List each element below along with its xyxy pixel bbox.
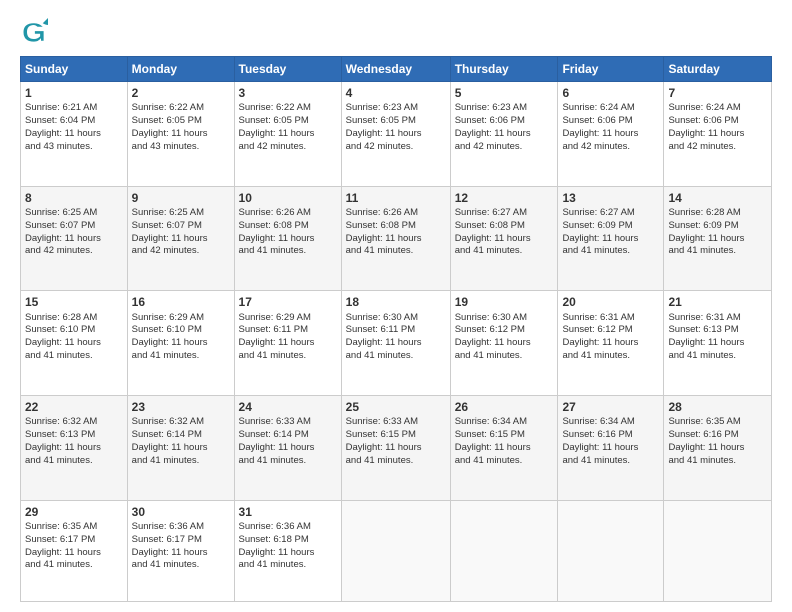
day-number: 3: [239, 85, 337, 101]
calendar-header-sunday: Sunday: [21, 57, 128, 82]
day-number: 16: [132, 294, 230, 310]
calendar-cell: 25Sunrise: 6:33 AMSunset: 6:15 PMDayligh…: [341, 396, 450, 501]
calendar-cell: [664, 500, 772, 601]
calendar-cell: 26Sunrise: 6:34 AMSunset: 6:15 PMDayligh…: [450, 396, 558, 501]
calendar-cell: 3Sunrise: 6:22 AMSunset: 6:05 PMDaylight…: [234, 82, 341, 187]
calendar-cell: 28Sunrise: 6:35 AMSunset: 6:16 PMDayligh…: [664, 396, 772, 501]
calendar-week-5: 29Sunrise: 6:35 AMSunset: 6:17 PMDayligh…: [21, 500, 772, 601]
day-number: 21: [668, 294, 767, 310]
day-number: 6: [562, 85, 659, 101]
calendar-cell: 13Sunrise: 6:27 AMSunset: 6:09 PMDayligh…: [558, 186, 664, 291]
day-number: 14: [668, 190, 767, 206]
calendar-header-wednesday: Wednesday: [341, 57, 450, 82]
calendar-header-saturday: Saturday: [664, 57, 772, 82]
calendar-week-4: 22Sunrise: 6:32 AMSunset: 6:13 PMDayligh…: [21, 396, 772, 501]
calendar-table: SundayMondayTuesdayWednesdayThursdayFrid…: [20, 56, 772, 602]
calendar-cell: 29Sunrise: 6:35 AMSunset: 6:17 PMDayligh…: [21, 500, 128, 601]
day-number: 2: [132, 85, 230, 101]
day-number: 17: [239, 294, 337, 310]
calendar-cell: 30Sunrise: 6:36 AMSunset: 6:17 PMDayligh…: [127, 500, 234, 601]
calendar-cell: 9Sunrise: 6:25 AMSunset: 6:07 PMDaylight…: [127, 186, 234, 291]
day-number: 9: [132, 190, 230, 206]
calendar-cell: 14Sunrise: 6:28 AMSunset: 6:09 PMDayligh…: [664, 186, 772, 291]
day-number: 27: [562, 399, 659, 415]
page: SundayMondayTuesdayWednesdayThursdayFrid…: [0, 0, 792, 612]
day-number: 28: [668, 399, 767, 415]
calendar-header-tuesday: Tuesday: [234, 57, 341, 82]
calendar-week-3: 15Sunrise: 6:28 AMSunset: 6:10 PMDayligh…: [21, 291, 772, 396]
day-number: 29: [25, 504, 123, 520]
calendar-cell: 12Sunrise: 6:27 AMSunset: 6:08 PMDayligh…: [450, 186, 558, 291]
day-number: 4: [346, 85, 446, 101]
calendar-cell: 1Sunrise: 6:21 AMSunset: 6:04 PMDaylight…: [21, 82, 128, 187]
calendar-cell: 2Sunrise: 6:22 AMSunset: 6:05 PMDaylight…: [127, 82, 234, 187]
calendar-cell: 16Sunrise: 6:29 AMSunset: 6:10 PMDayligh…: [127, 291, 234, 396]
day-number: 18: [346, 294, 446, 310]
logo-icon: [20, 18, 48, 46]
day-number: 7: [668, 85, 767, 101]
day-number: 1: [25, 85, 123, 101]
calendar-cell: 31Sunrise: 6:36 AMSunset: 6:18 PMDayligh…: [234, 500, 341, 601]
calendar-cell: 15Sunrise: 6:28 AMSunset: 6:10 PMDayligh…: [21, 291, 128, 396]
calendar-cell: 8Sunrise: 6:25 AMSunset: 6:07 PMDaylight…: [21, 186, 128, 291]
calendar-cell: 5Sunrise: 6:23 AMSunset: 6:06 PMDaylight…: [450, 82, 558, 187]
calendar-body: 1Sunrise: 6:21 AMSunset: 6:04 PMDaylight…: [21, 82, 772, 602]
day-number: 19: [455, 294, 554, 310]
day-number: 30: [132, 504, 230, 520]
day-number: 5: [455, 85, 554, 101]
calendar-cell: 7Sunrise: 6:24 AMSunset: 6:06 PMDaylight…: [664, 82, 772, 187]
calendar-cell: 18Sunrise: 6:30 AMSunset: 6:11 PMDayligh…: [341, 291, 450, 396]
calendar-cell: 22Sunrise: 6:32 AMSunset: 6:13 PMDayligh…: [21, 396, 128, 501]
calendar-cell: 19Sunrise: 6:30 AMSunset: 6:12 PMDayligh…: [450, 291, 558, 396]
calendar-cell: 23Sunrise: 6:32 AMSunset: 6:14 PMDayligh…: [127, 396, 234, 501]
calendar-header-row: SundayMondayTuesdayWednesdayThursdayFrid…: [21, 57, 772, 82]
calendar-cell: [558, 500, 664, 601]
header: [20, 18, 772, 46]
day-number: 12: [455, 190, 554, 206]
logo: [20, 18, 52, 46]
calendar-cell: 17Sunrise: 6:29 AMSunset: 6:11 PMDayligh…: [234, 291, 341, 396]
day-number: 15: [25, 294, 123, 310]
calendar-week-1: 1Sunrise: 6:21 AMSunset: 6:04 PMDaylight…: [21, 82, 772, 187]
calendar-cell: [450, 500, 558, 601]
calendar-cell: 11Sunrise: 6:26 AMSunset: 6:08 PMDayligh…: [341, 186, 450, 291]
day-number: 24: [239, 399, 337, 415]
calendar-cell: 10Sunrise: 6:26 AMSunset: 6:08 PMDayligh…: [234, 186, 341, 291]
calendar-cell: 6Sunrise: 6:24 AMSunset: 6:06 PMDaylight…: [558, 82, 664, 187]
day-number: 11: [346, 190, 446, 206]
calendar-cell: 21Sunrise: 6:31 AMSunset: 6:13 PMDayligh…: [664, 291, 772, 396]
day-number: 22: [25, 399, 123, 415]
day-number: 13: [562, 190, 659, 206]
calendar-header-friday: Friday: [558, 57, 664, 82]
calendar-header-monday: Monday: [127, 57, 234, 82]
day-number: 20: [562, 294, 659, 310]
calendar-cell: [341, 500, 450, 601]
day-number: 25: [346, 399, 446, 415]
calendar-header-thursday: Thursday: [450, 57, 558, 82]
day-number: 26: [455, 399, 554, 415]
calendar-cell: 24Sunrise: 6:33 AMSunset: 6:14 PMDayligh…: [234, 396, 341, 501]
day-number: 10: [239, 190, 337, 206]
day-number: 31: [239, 504, 337, 520]
day-number: 8: [25, 190, 123, 206]
calendar-cell: 4Sunrise: 6:23 AMSunset: 6:05 PMDaylight…: [341, 82, 450, 187]
calendar-cell: 27Sunrise: 6:34 AMSunset: 6:16 PMDayligh…: [558, 396, 664, 501]
day-number: 23: [132, 399, 230, 415]
calendar-cell: 20Sunrise: 6:31 AMSunset: 6:12 PMDayligh…: [558, 291, 664, 396]
calendar-week-2: 8Sunrise: 6:25 AMSunset: 6:07 PMDaylight…: [21, 186, 772, 291]
